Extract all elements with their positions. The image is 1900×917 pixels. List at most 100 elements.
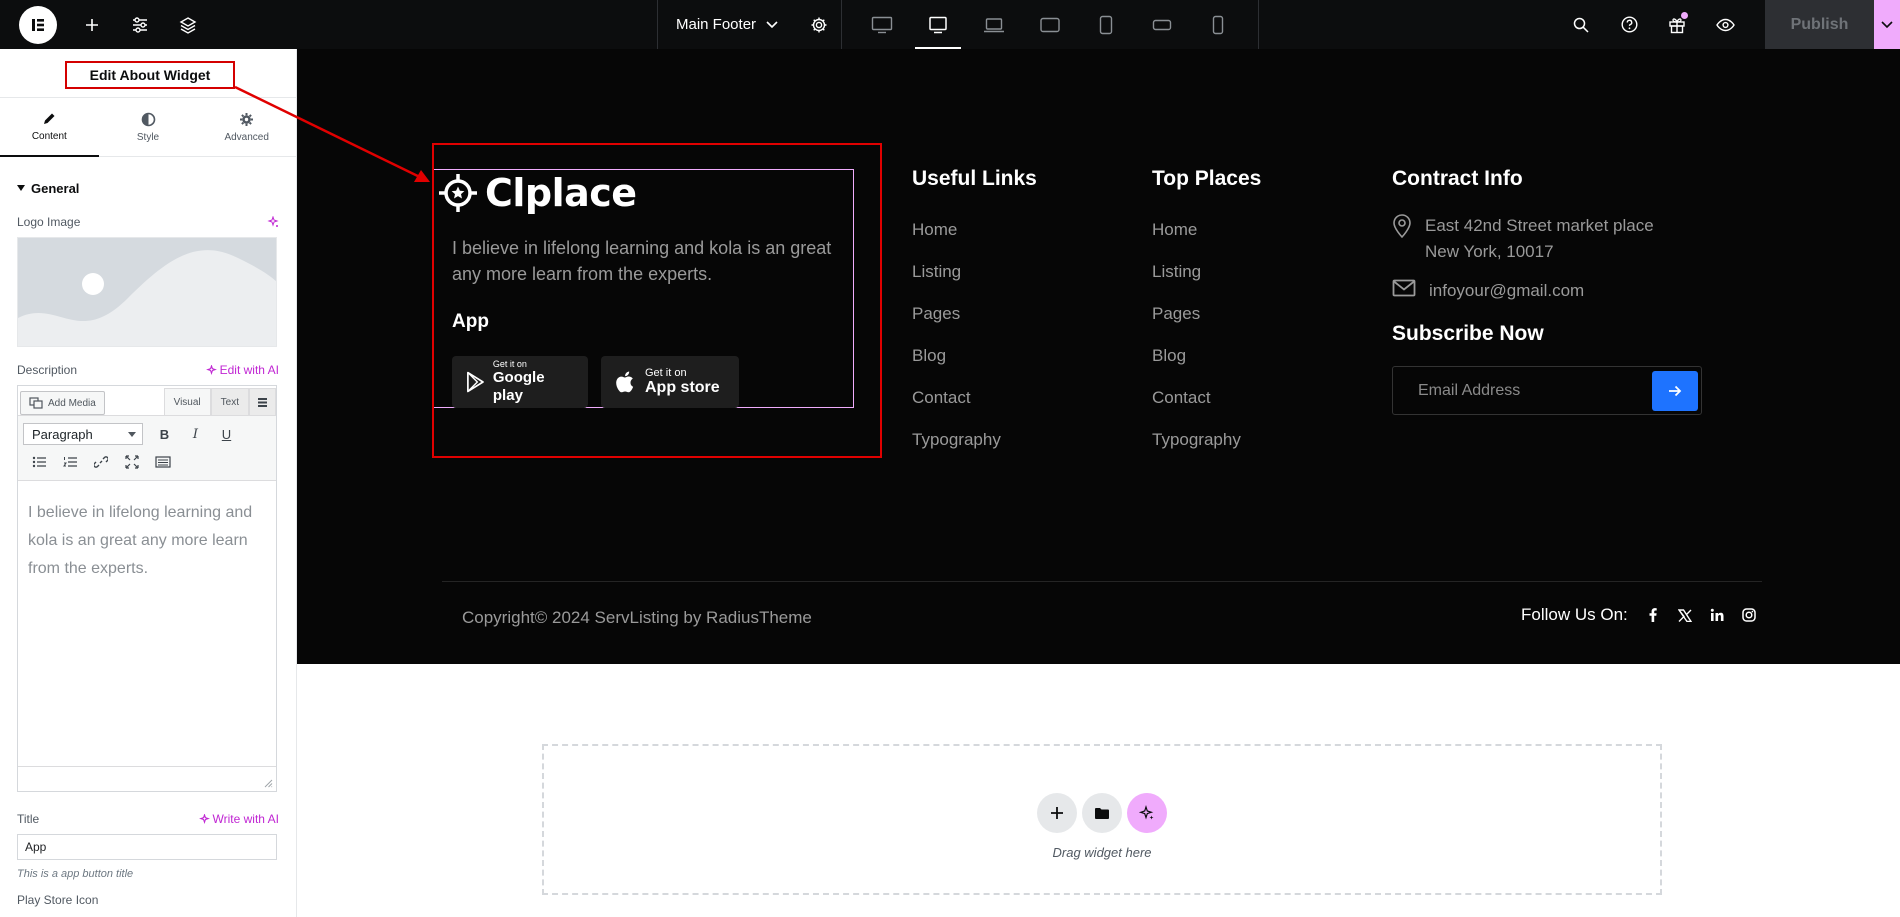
brand-name: Clplace bbox=[485, 171, 637, 215]
structure-layers-icon[interactable] bbox=[164, 0, 212, 49]
media-icon bbox=[29, 397, 43, 409]
publish-options-button[interactable] bbox=[1874, 0, 1900, 49]
write-with-ai-link[interactable]: Write with AI bbox=[198, 812, 279, 826]
device-tablet-extra-icon[interactable] bbox=[1022, 0, 1078, 49]
contact-info-title: Contract Info bbox=[1392, 167, 1523, 190]
device-tablet-landscape-icon[interactable] bbox=[910, 0, 966, 49]
google-play-button[interactable]: Get it on Google play bbox=[452, 356, 588, 408]
device-desktop-icon[interactable] bbox=[854, 0, 910, 49]
apple-icon bbox=[616, 371, 634, 393]
ai-sparkle-icon[interactable] bbox=[267, 216, 279, 228]
add-section-button[interactable] bbox=[1037, 793, 1077, 833]
add-template-button[interactable] bbox=[1082, 793, 1122, 833]
responsive-device-bar bbox=[842, 0, 1260, 49]
editor-text-area[interactable]: I believe in lifelong learning and kola … bbox=[18, 481, 276, 766]
edit-with-ai-link[interactable]: Edit with AI bbox=[205, 363, 279, 377]
top-place-listing[interactable]: Listing bbox=[1152, 261, 1261, 303]
brand-logo[interactable]: Clplace bbox=[437, 171, 637, 215]
top-place-blog[interactable]: Blog bbox=[1152, 345, 1261, 387]
device-mobile-landscape-icon[interactable] bbox=[1134, 0, 1190, 49]
x-twitter-icon[interactable] bbox=[1677, 605, 1692, 625]
paragraph-format-select[interactable]: Paragraph bbox=[23, 423, 143, 445]
useful-links-title: Useful Links bbox=[912, 167, 1037, 190]
ai-sparkle-icon bbox=[1139, 805, 1154, 820]
ai-generate-button[interactable] bbox=[1127, 793, 1167, 833]
section-general-toggle[interactable]: General bbox=[0, 165, 296, 211]
add-media-button[interactable]: Add Media bbox=[20, 391, 105, 415]
tab-style[interactable]: Style bbox=[99, 98, 198, 156]
visual-tab[interactable]: Visual bbox=[163, 388, 211, 415]
google-play-icon bbox=[467, 371, 484, 393]
play-store-icon-field: Play Store Icon bbox=[0, 893, 296, 907]
google-play-big-text: Google play bbox=[492, 369, 545, 404]
preview-eye-icon[interactable] bbox=[1701, 0, 1749, 49]
chevron-down-icon bbox=[1881, 20, 1893, 28]
app-store-big-text: App store bbox=[645, 379, 720, 396]
useful-link-typography[interactable]: Typography bbox=[912, 429, 1037, 471]
email-row: infoyour@gmail.com bbox=[1392, 278, 1702, 304]
app-store-small-text: Get it on bbox=[645, 367, 687, 379]
add-element-icon[interactable] bbox=[68, 0, 116, 49]
top-place-typography[interactable]: Typography bbox=[1152, 429, 1261, 471]
page-settings-button[interactable] bbox=[796, 0, 843, 49]
instagram-icon[interactable] bbox=[1742, 605, 1756, 625]
address-row: East 42nd Street market place New York, … bbox=[1392, 213, 1702, 265]
plus-icon bbox=[1051, 807, 1063, 819]
top-place-home[interactable]: Home bbox=[1152, 219, 1261, 261]
description-label: Description bbox=[17, 363, 78, 377]
useful-link-contact[interactable]: Contact bbox=[912, 387, 1037, 429]
device-tablet-portrait-icon[interactable] bbox=[1078, 0, 1134, 49]
title-input[interactable]: App bbox=[17, 834, 277, 860]
subscribe-title: Subscribe Now bbox=[1392, 322, 1544, 345]
site-settings-icon[interactable] bbox=[116, 0, 164, 49]
contrast-icon bbox=[141, 112, 155, 126]
chevron-down-icon bbox=[766, 20, 778, 28]
resize-handle-icon[interactable] bbox=[264, 779, 273, 788]
italic-icon[interactable]: I bbox=[180, 420, 211, 448]
device-laptop-icon[interactable] bbox=[966, 0, 1022, 49]
gear-icon bbox=[811, 17, 827, 32]
useful-link-blog[interactable]: Blog bbox=[912, 345, 1037, 387]
bold-icon[interactable]: B bbox=[149, 420, 180, 448]
email-address-input[interactable]: Email Address bbox=[1418, 382, 1520, 400]
useful-link-listing[interactable]: Listing bbox=[912, 261, 1037, 303]
link-icon[interactable] bbox=[85, 448, 116, 476]
numbered-list-icon[interactable] bbox=[54, 448, 85, 476]
copyright-text: Copyright© 2024 ServListing by RadiusThe… bbox=[462, 608, 812, 627]
app-store-button[interactable]: Get it on App store bbox=[601, 356, 739, 408]
address-line-1: East 42nd Street market place bbox=[1425, 216, 1654, 235]
subscribe-submit-button[interactable] bbox=[1652, 370, 1698, 411]
contact-info-column: Contract Info East 42nd Street market pl… bbox=[1392, 167, 1702, 415]
toolbar-toggle-icon[interactable] bbox=[249, 388, 276, 415]
tab-advanced[interactable]: Advanced bbox=[197, 98, 296, 156]
publish-button[interactable]: Publish bbox=[1765, 0, 1874, 49]
description-field: Description Edit with AI bbox=[0, 363, 296, 377]
toolbar-keyboard-icon[interactable] bbox=[147, 448, 178, 476]
useful-link-pages[interactable]: Pages bbox=[912, 303, 1037, 345]
tab-content[interactable]: Content bbox=[0, 98, 99, 157]
footer-divider bbox=[442, 581, 1762, 582]
underline-icon[interactable]: U bbox=[211, 420, 242, 448]
facebook-icon[interactable] bbox=[1646, 605, 1660, 625]
logo-image-placeholder[interactable] bbox=[17, 237, 277, 347]
device-mobile-icon[interactable] bbox=[1190, 0, 1246, 49]
top-place-contact[interactable]: Contact bbox=[1152, 387, 1261, 429]
ai-sparkle-icon bbox=[205, 364, 217, 375]
document-switcher[interactable]: Main Footer bbox=[657, 0, 796, 49]
footer-section[interactable]: Clplace I believe in lifelong learning a… bbox=[297, 49, 1900, 664]
fullscreen-icon[interactable] bbox=[116, 448, 147, 476]
linkedin-icon[interactable] bbox=[1710, 605, 1724, 625]
whats-new-gift-icon[interactable] bbox=[1653, 0, 1701, 49]
search-icon[interactable] bbox=[1557, 0, 1605, 49]
editor-canvas: Clplace I believe in lifelong learning a… bbox=[297, 49, 1900, 917]
contact-email[interactable]: infoyour@gmail.com bbox=[1429, 278, 1584, 304]
crosshair-star-logo-icon bbox=[439, 174, 477, 212]
help-icon[interactable] bbox=[1605, 0, 1653, 49]
empty-section-dropzone[interactable]: Drag widget here bbox=[542, 744, 1662, 895]
text-tab[interactable]: Text bbox=[210, 388, 249, 415]
useful-link-home[interactable]: Home bbox=[912, 219, 1037, 261]
top-place-pages[interactable]: Pages bbox=[1152, 303, 1261, 345]
elementor-logo-icon[interactable] bbox=[19, 5, 57, 44]
editor-topbar: Main Footer Publish bbox=[0, 0, 1900, 49]
bullet-list-icon[interactable] bbox=[23, 448, 54, 476]
